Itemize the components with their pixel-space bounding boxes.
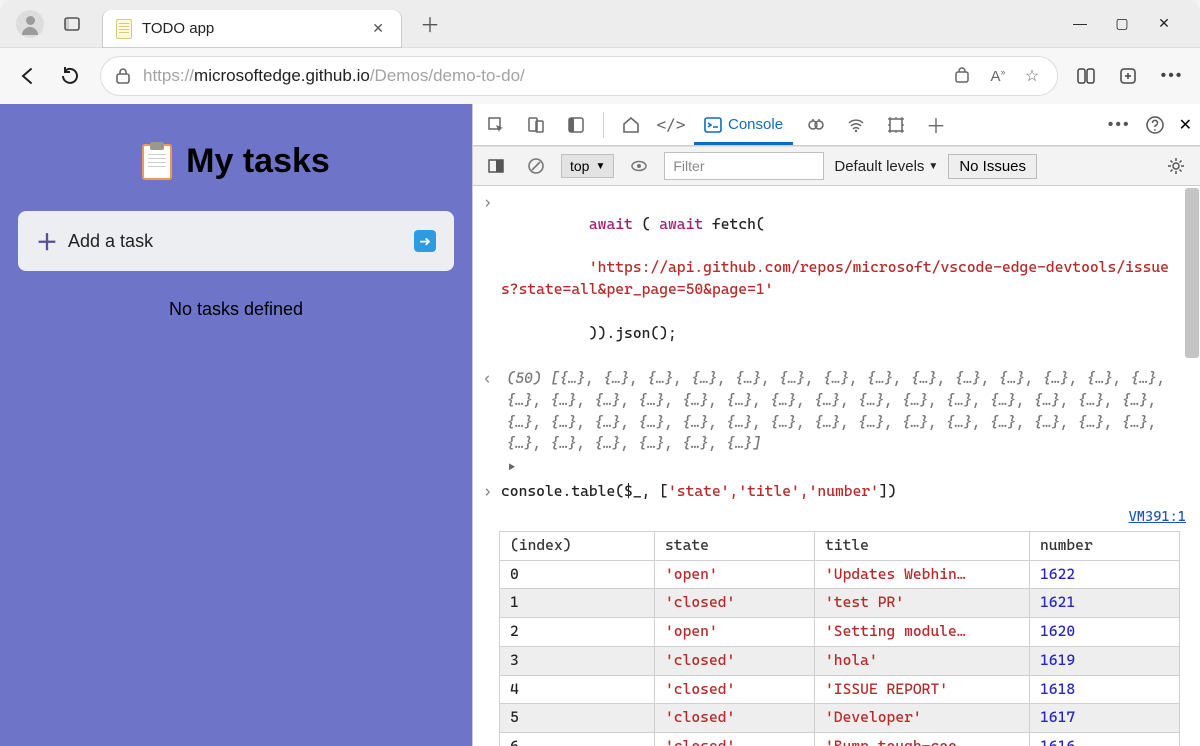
lock-icon <box>115 67 131 85</box>
tab-close-icon[interactable]: ✕ <box>368 16 388 41</box>
console-tab-label: Console <box>728 116 783 133</box>
new-tab-button[interactable]: ＋ <box>402 9 458 38</box>
url-text: https://microsoftedge.github.io/Demos/de… <box>143 66 941 86</box>
table-row[interactable]: 1'closed''test PR'1621 <box>500 589 1180 618</box>
tab-favicon <box>116 19 132 39</box>
clipboard-icon <box>142 144 172 180</box>
devtools-panel: </> Console ＋ ••• ✕ top▼ Filter Default … <box>472 104 1200 746</box>
shopping-icon[interactable] <box>953 67 975 85</box>
add-tab-icon[interactable]: ＋ <box>921 110 951 139</box>
table-row[interactable]: 5'closed''Developer'1617 <box>500 704 1180 733</box>
app-header: My tasks <box>10 114 462 207</box>
back-button[interactable] <box>16 64 40 88</box>
table-row[interactable]: 0'open''Updates Webhin…1622 <box>500 560 1180 589</box>
table-row[interactable]: 2'open''Setting module…1620 <box>500 618 1180 647</box>
split-screen-icon[interactable] <box>1076 66 1100 86</box>
table-header[interactable]: number <box>1030 531 1180 560</box>
expand-arrow-icon[interactable]: ▸ <box>503 457 521 479</box>
plus-icon: ＋ <box>36 225 58 257</box>
scrollbar-thumb[interactable] <box>1185 188 1199 358</box>
console-input-line: › console.table($_, ['state','title','nu… <box>479 481 1200 505</box>
sources-tab-icon[interactable] <box>801 115 831 135</box>
title-bar: TODO app ✕ ＋ — ▢ ✕ <box>0 0 1200 48</box>
empty-state-text: No tasks defined <box>10 287 462 332</box>
table-header[interactable]: (index) <box>500 531 655 560</box>
devtools-close-icon[interactable]: ✕ <box>1179 115 1192 135</box>
console-result-line[interactable]: ‹ (50) [{…}, {…}, {…}, {…}, {…}, {…}, {…… <box>479 368 1200 457</box>
console-table[interactable]: (index)statetitlenumber 0'open''Updates … <box>499 531 1180 746</box>
refresh-button[interactable] <box>58 64 82 88</box>
device-icon[interactable] <box>521 116 551 134</box>
help-icon[interactable] <box>1145 115 1165 135</box>
live-expression-icon[interactable] <box>624 157 654 175</box>
collections-icon[interactable] <box>1118 66 1142 86</box>
add-task-label: Add a task <box>68 231 153 252</box>
window-maximize-icon[interactable]: ▢ <box>1114 15 1130 32</box>
add-task-input[interactable]: ＋ Add a task ➜ <box>18 211 454 271</box>
devtools-more-icon[interactable]: ••• <box>1108 116 1131 134</box>
clear-console-icon[interactable] <box>521 157 551 175</box>
network-tab-icon[interactable] <box>841 115 871 135</box>
performance-tab-icon[interactable] <box>881 115 911 135</box>
browser-tab[interactable]: TODO app ✕ <box>102 10 402 48</box>
tab-title: TODO app <box>142 20 368 37</box>
devtools-tab-bar: </> Console ＋ ••• ✕ <box>473 104 1200 146</box>
read-aloud-icon[interactable]: A» <box>987 67 1009 85</box>
filter-input[interactable]: Filter <box>664 152 824 180</box>
log-levels-dropdown[interactable]: Default levels▼ <box>834 158 938 175</box>
submit-task-button[interactable]: ➜ <box>414 230 436 252</box>
address-bar[interactable]: https://microsoftedge.github.io/Demos/de… <box>100 56 1058 96</box>
table-row[interactable]: 6'closed''Bump tough-coo…1616 <box>500 733 1180 746</box>
output-chevron-icon: ‹ <box>483 368 501 455</box>
table-header[interactable]: title <box>815 531 1030 560</box>
console-output[interactable]: › await ( await fetch( 'https://api.gith… <box>473 186 1200 746</box>
window-close-icon[interactable]: ✕ <box>1156 15 1172 32</box>
console-settings-icon[interactable] <box>1166 156 1192 176</box>
profile-avatar[interactable] <box>16 10 44 38</box>
favorite-icon[interactable]: ☆ <box>1021 66 1043 86</box>
welcome-tab-icon[interactable] <box>616 115 646 135</box>
elements-tab-icon[interactable]: </> <box>656 115 686 134</box>
app-title: My tasks <box>186 142 330 181</box>
table-row[interactable]: 4'closed''ISSUE REPORT'1618 <box>500 675 1180 704</box>
window-minimize-icon[interactable]: — <box>1072 15 1088 32</box>
console-tab[interactable]: Console <box>696 107 791 143</box>
array-preview[interactable]: (50) [{…}, {…}, {…}, {…}, {…}, {…}, {…},… <box>506 368 1186 455</box>
dock-icon[interactable] <box>561 116 591 134</box>
table-row[interactable]: 3'closed''hola'1619 <box>500 646 1180 675</box>
input-chevron-icon: › <box>483 481 501 503</box>
issues-button[interactable]: No Issues <box>948 154 1037 179</box>
console-toolbar: top▼ Filter Default levels▼ No Issues <box>473 146 1200 186</box>
sidebar-toggle-icon[interactable] <box>481 157 511 175</box>
source-link[interactable]: VM391:1 <box>479 505 1200 529</box>
context-selector[interactable]: top▼ <box>561 154 614 178</box>
more-icon[interactable]: ••• <box>1160 67 1184 85</box>
table-header[interactable]: state <box>655 531 815 560</box>
inspect-icon[interactable] <box>481 116 511 134</box>
console-input-line: › await ( await fetch( 'https://api.gith… <box>479 192 1200 368</box>
tab-actions-icon[interactable] <box>56 8 88 40</box>
nav-toolbar: https://microsoftedge.github.io/Demos/de… <box>0 48 1200 104</box>
app-viewport: My tasks ＋ Add a task ➜ No tasks defined <box>0 104 472 746</box>
input-chevron-icon: › <box>483 192 501 366</box>
